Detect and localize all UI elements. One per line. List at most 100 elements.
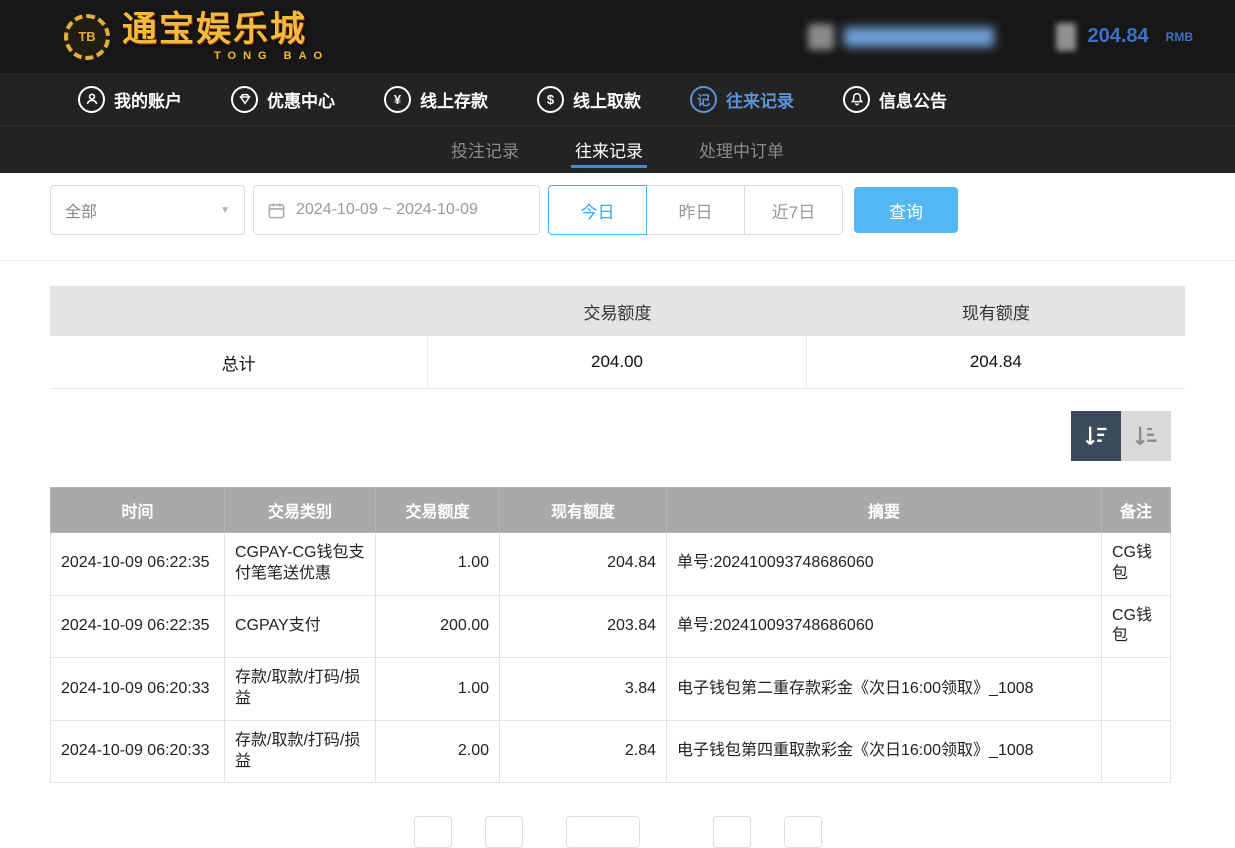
withdraw-coin-icon: $ [537, 86, 564, 113]
summary-current-amount: 204.84 [807, 336, 1185, 388]
type-select-value: 全部 [65, 198, 97, 222]
col-header-time: 时间 [51, 488, 225, 533]
bell-icon [843, 86, 870, 113]
type-select[interactable]: 全部 ▼ [50, 185, 245, 235]
summary-header-row: 交易额度 现有额度 [50, 286, 1185, 336]
chevron-down-icon: ▼ [220, 205, 230, 216]
nav-item-label: 往来记录 [726, 87, 794, 112]
summary-total-row: 总计 204.00 204.84 [50, 336, 1185, 389]
cell-type: 存款/取款/打码/损益 [225, 658, 376, 721]
col-header-type: 交易类别 [225, 488, 376, 533]
cell-balance: 3.84 [500, 658, 667, 721]
nav-item-label: 优惠中心 [267, 87, 335, 112]
username-redacted [844, 27, 994, 47]
cell-balance: 2.84 [500, 720, 667, 783]
cell-balance: 203.84 [500, 595, 667, 658]
top-header: TB 通宝娱乐城 TONG BAO 204.84 RMB [0, 0, 1235, 73]
pagination-last-button[interactable] [784, 816, 822, 848]
cell-time: 2024-10-09 06:22:35 [51, 595, 225, 658]
cell-balance: 204.84 [500, 533, 667, 596]
nav-item-transaction-records[interactable]: 记 往来记录 [690, 86, 794, 113]
pagination-page-button[interactable] [566, 816, 640, 848]
gift-icon [231, 86, 258, 113]
person-icon [78, 86, 105, 113]
nav-item-label: 我的账户 [114, 87, 182, 112]
sort-ascending-button[interactable] [1121, 411, 1171, 461]
cell-summary: 电子钱包第四重取款彩金《次日16:00领取》_1008 [667, 720, 1102, 783]
username-area[interactable] [808, 24, 994, 50]
date-range-input[interactable]: 2024-10-09 ~ 2024-10-09 [253, 185, 540, 235]
pagination [0, 816, 1235, 848]
tab-pending-orders[interactable]: 处理中订单 [685, 126, 798, 173]
cell-amount: 1.00 [376, 658, 500, 721]
table-row: 2024-10-09 06:22:35 CGPAY支付 200.00 203.8… [51, 595, 1171, 658]
deposit-coin-icon: ¥ [384, 86, 411, 113]
cell-amount: 1.00 [376, 533, 500, 596]
sort-controls [0, 411, 1171, 461]
quick-btn-label: 今日 [581, 198, 615, 223]
pagination-first-button[interactable] [414, 816, 452, 848]
nav-item-label: 线上存款 [420, 87, 488, 112]
summary-total-label: 总计 [50, 336, 428, 388]
nav-item-label: 线上取款 [573, 87, 641, 112]
balance-amount: 204.84 [1088, 25, 1149, 48]
summary-header-transaction-amount: 交易额度 [428, 299, 806, 324]
wallet-icon [1056, 23, 1076, 51]
date-range-value: 2024-10-09 ~ 2024-10-09 [296, 201, 478, 219]
logo-title: 通宝娱乐城 [122, 12, 329, 47]
quick-btn-yesterday[interactable]: 昨日 [646, 185, 745, 235]
table-header-row: 时间 交易类别 交易额度 现有额度 摘要 备注 [51, 488, 1171, 533]
logo-text: 通宝娱乐城 TONG BAO [122, 12, 329, 62]
cell-amount: 2.00 [376, 720, 500, 783]
logo-subtitle: TONG BAO [214, 50, 329, 62]
pagination-next-button[interactable] [713, 816, 751, 848]
summary-transaction-amount: 204.00 [428, 336, 806, 388]
sort-descending-button[interactable] [1071, 411, 1121, 461]
header-right: 204.84 RMB [808, 23, 1194, 51]
nav-item-online-withdraw[interactable]: $ 线上取款 [537, 86, 641, 113]
nav-item-promotions[interactable]: 优惠中心 [231, 86, 335, 113]
cell-note [1102, 720, 1171, 783]
cell-summary: 电子钱包第二重存款彩金《次日16:00领取》_1008 [667, 658, 1102, 721]
table-row: 2024-10-09 06:22:35 CGPAY-CG钱包支付笔笔送优惠 1.… [51, 533, 1171, 596]
cell-amount: 200.00 [376, 595, 500, 658]
pagination-prev-button[interactable] [485, 816, 523, 848]
sub-nav: 投注记录 往来记录 处理中订单 [0, 125, 1235, 173]
site-logo[interactable]: TB 通宝娱乐城 TONG BAO [64, 12, 329, 62]
col-header-amount: 交易额度 [376, 488, 500, 533]
cell-time: 2024-10-09 06:20:33 [51, 658, 225, 721]
cell-type: 存款/取款/打码/损益 [225, 720, 376, 783]
cell-time: 2024-10-09 06:22:35 [51, 533, 225, 596]
summary-table: 交易额度 现有额度 总计 204.00 204.84 [50, 286, 1185, 389]
cell-summary: 单号:202410093748686060 [667, 533, 1102, 596]
col-header-balance: 现有额度 [500, 488, 667, 533]
search-button[interactable]: 查询 [854, 187, 958, 233]
tab-label: 往来记录 [575, 137, 643, 162]
quick-btn-last7days[interactable]: 近7日 [744, 185, 843, 235]
calendar-icon [267, 201, 286, 220]
main-nav: 我的账户 优惠中心 ¥ 线上存款 $ 线上取款 记 往来记录 信息公告 [0, 73, 1235, 125]
cell-type: CGPAY-CG钱包支付笔笔送优惠 [225, 533, 376, 596]
col-header-summary: 摘要 [667, 488, 1102, 533]
poker-chip-icon: TB [64, 14, 110, 60]
tab-betting-records[interactable]: 投注记录 [437, 126, 533, 173]
quick-date-group: 今日 昨日 近7日 [548, 185, 843, 235]
nav-item-my-account[interactable]: 我的账户 [78, 86, 182, 113]
user-icon [808, 24, 834, 50]
nav-item-announcements[interactable]: 信息公告 [843, 86, 947, 113]
sort-ascending-icon [1132, 422, 1160, 450]
tab-transaction-records[interactable]: 往来记录 [561, 126, 657, 173]
section-divider [0, 260, 1235, 261]
sort-descending-icon [1082, 422, 1110, 450]
cell-time: 2024-10-09 06:20:33 [51, 720, 225, 783]
summary-header-current-amount: 现有额度 [807, 299, 1185, 324]
cell-summary: 单号:202410093748686060 [667, 595, 1102, 658]
tab-label: 投注记录 [451, 137, 519, 162]
nav-item-label: 信息公告 [879, 87, 947, 112]
filter-bar: 全部 ▼ 2024-10-09 ~ 2024-10-09 今日 昨日 近7日 查… [50, 185, 1235, 235]
cell-note: CG钱包 [1102, 595, 1171, 658]
quick-btn-today[interactable]: 今日 [548, 185, 647, 235]
nav-item-online-deposit[interactable]: ¥ 线上存款 [384, 86, 488, 113]
cell-note: CG钱包 [1102, 533, 1171, 596]
balance-display[interactable]: 204.84 RMB [1056, 23, 1194, 51]
